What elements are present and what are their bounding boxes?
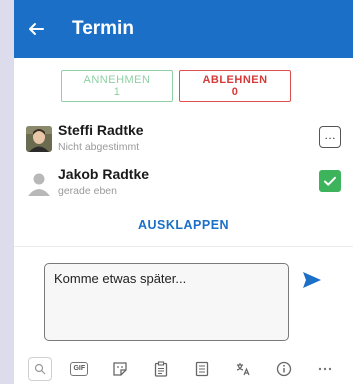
pending-dots-icon: … xyxy=(319,126,341,148)
checkmark-icon xyxy=(319,170,341,192)
search-icon[interactable] xyxy=(28,357,53,381)
participant-name: Steffi Radtke xyxy=(58,122,144,138)
bottom-toolbar: GIF xyxy=(14,354,353,384)
divider xyxy=(14,246,353,247)
rsvp-buttons: ANNEHMEN 1 ABLEHNEN 0 xyxy=(61,70,291,102)
participant-name: Jakob Radtke xyxy=(58,166,150,182)
back-button[interactable] xyxy=(14,0,58,58)
send-icon xyxy=(303,272,321,288)
message-input[interactable]: Komme etwas später... xyxy=(44,263,289,341)
accept-count: 1 xyxy=(113,86,121,98)
avatar xyxy=(26,126,52,152)
app-bar: Termin xyxy=(14,0,353,58)
translate-icon[interactable] xyxy=(229,355,257,383)
send-button[interactable] xyxy=(300,268,324,292)
participant-status: gerade eben xyxy=(58,185,117,197)
list-icon[interactable] xyxy=(188,355,216,383)
screen: Termin ANNEHMEN 1 ABLEHNEN 0 Steffi Radt… xyxy=(14,0,353,384)
sticker-icon[interactable] xyxy=(106,355,134,383)
accept-label: ANNEHMEN xyxy=(83,74,151,86)
participant-status: Nicht abgestimmt xyxy=(58,141,140,153)
info-icon[interactable] xyxy=(270,355,298,383)
clipboard-icon[interactable] xyxy=(147,355,175,383)
participant-row[interactable]: Steffi Radtke Nicht abgestimmt … xyxy=(26,122,341,162)
decline-button[interactable]: ABLEHNEN 0 xyxy=(179,70,291,102)
gif-label: GIF xyxy=(70,362,89,376)
decline-label: ABLEHNEN xyxy=(202,74,268,86)
expand-button[interactable]: AUSKLAPPEN xyxy=(14,218,353,232)
avatar xyxy=(26,170,52,196)
participant-row[interactable]: Jakob Radtke gerade eben xyxy=(26,166,341,206)
arrow-left-icon xyxy=(29,23,44,35)
decline-count: 0 xyxy=(231,86,239,98)
gif-icon[interactable]: GIF xyxy=(65,355,93,383)
accept-button[interactable]: ANNEHMEN 1 xyxy=(61,70,173,102)
page-title: Termin xyxy=(72,18,134,39)
more-icon[interactable] xyxy=(311,355,339,383)
